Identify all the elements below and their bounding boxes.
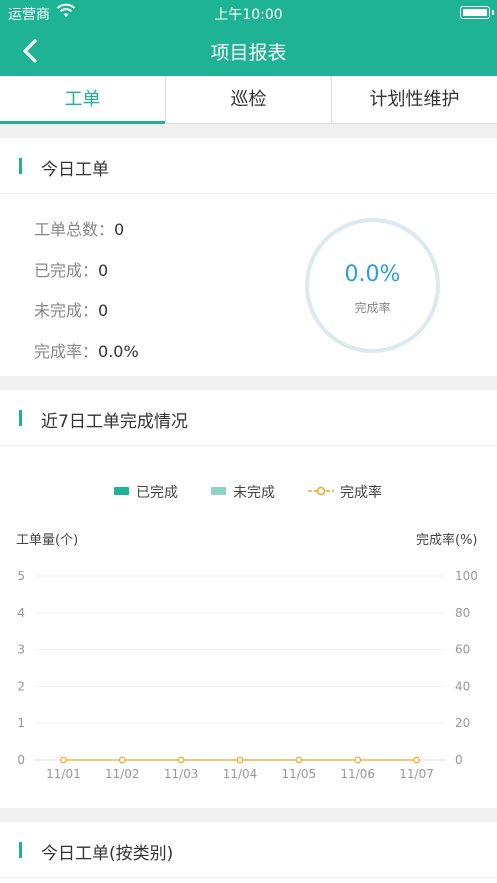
today-card-header: 今日工单 [0, 138, 497, 194]
tab-work-orders[interactable]: 工单 [0, 76, 166, 124]
week-card: 近7日工单完成情况 已完成 未完成 完成率 工单量(个) 完成率(%) 0 1 2 3… [0, 390, 497, 808]
y-tick-label: 3 [17, 643, 25, 657]
status-time: 上午10:00 [214, 7, 283, 23]
rate-point [236, 756, 244, 764]
y-tick-label: 1 [17, 716, 25, 730]
y-tick-label: 0 [17, 753, 25, 767]
tab-inspection[interactable]: 巡检 [166, 76, 332, 123]
y-right-tick-label: 80 [455, 606, 470, 620]
app-header: 运营商 上午10:00 项目报表 [0, 0, 497, 76]
y-right-tick-label: 0 [455, 753, 463, 767]
x-tick-label: 11/01 [46, 767, 81, 781]
rate-row: 完成率：0.0% [34, 338, 139, 362]
status-bar: 运营商 上午10:00 [0, 0, 497, 24]
category-card-header: 今日工单(按类别) [0, 822, 497, 878]
rate-label: 完成率： [34, 342, 99, 361]
done-value: 0 [98, 261, 109, 280]
x-tick-label: 11/06 [340, 767, 375, 781]
y-tick-label: 2 [17, 679, 25, 693]
rate-point [177, 756, 185, 764]
x-tick-label: 11/04 [223, 767, 258, 781]
week-chart: 0 1 2 3 4 5 0 20 40 60 80 100 11/01 11/02 11/03 11/04 11… [17, 569, 478, 781]
ring-label: 完成率 [354, 301, 391, 315]
legend-done-swatch [114, 487, 129, 495]
section-marker [19, 842, 22, 858]
rate-point [413, 756, 420, 764]
completion-ring: 0.0% 完成率 [305, 218, 440, 353]
x-tick-label: 11/02 [105, 767, 140, 781]
y-right-tick-label: 100 [455, 569, 478, 583]
rate-point [295, 756, 303, 764]
done-label: 已完成： [34, 261, 99, 280]
y-right-tick-label: 60 [455, 643, 470, 657]
category-card: 今日工单(按类别) [0, 822, 497, 883]
legend-rate-label: 完成率 [340, 485, 382, 501]
week-card-header: 近7日工单完成情况 [0, 390, 497, 446]
ring-value: 0.0% [344, 262, 401, 287]
x-tick-label: 11/07 [399, 767, 434, 781]
right-axis-title: 完成率(%) [416, 533, 478, 548]
today-title: 今日工单 [41, 160, 109, 180]
y-right-tick-label: 20 [455, 716, 470, 730]
y-tick-label: 5 [17, 569, 25, 583]
x-tick-label: 11/03 [164, 767, 199, 781]
category-title: 今日工单(按类别) [41, 844, 174, 864]
total-value: 0 [114, 220, 125, 239]
left-axis-title: 工单量(个) [16, 533, 79, 548]
rate-value: 0.0% [98, 342, 139, 361]
rate-point [60, 756, 67, 764]
y-tick-label: 4 [17, 606, 25, 620]
tab-bar: 工单 巡检 计划性维护 [0, 76, 497, 124]
legend-undone-swatch [211, 487, 226, 495]
rate-point [118, 756, 126, 764]
total-label: 工单总数： [34, 220, 115, 239]
section-marker [19, 158, 22, 174]
section-marker [19, 410, 22, 426]
legend-done-label: 已完成 [136, 485, 178, 501]
legend-undone-label: 未完成 [233, 485, 275, 501]
week-title: 近7日工单完成情况 [41, 412, 188, 432]
done-row: 已完成：0 [34, 257, 108, 281]
x-tick-label: 11/05 [282, 767, 317, 781]
page-title: 项目报表 [210, 42, 287, 64]
today-card: 今日工单 工单总数：0 已完成：0 未完成：0 完成率：0.0% 0.0% 完成… [0, 138, 497, 376]
tab-planned-maintenance[interactable]: 计划性维护 [332, 76, 497, 123]
legend-rate-swatch [308, 486, 334, 496]
undone-label: 未完成： [34, 301, 99, 320]
total-row: 工单总数：0 [34, 216, 124, 240]
undone-row: 未完成：0 [34, 297, 108, 321]
y-right-tick-label: 40 [455, 679, 470, 693]
undone-value: 0 [98, 301, 109, 320]
battery-icon [460, 6, 494, 19]
rate-point [354, 756, 362, 764]
